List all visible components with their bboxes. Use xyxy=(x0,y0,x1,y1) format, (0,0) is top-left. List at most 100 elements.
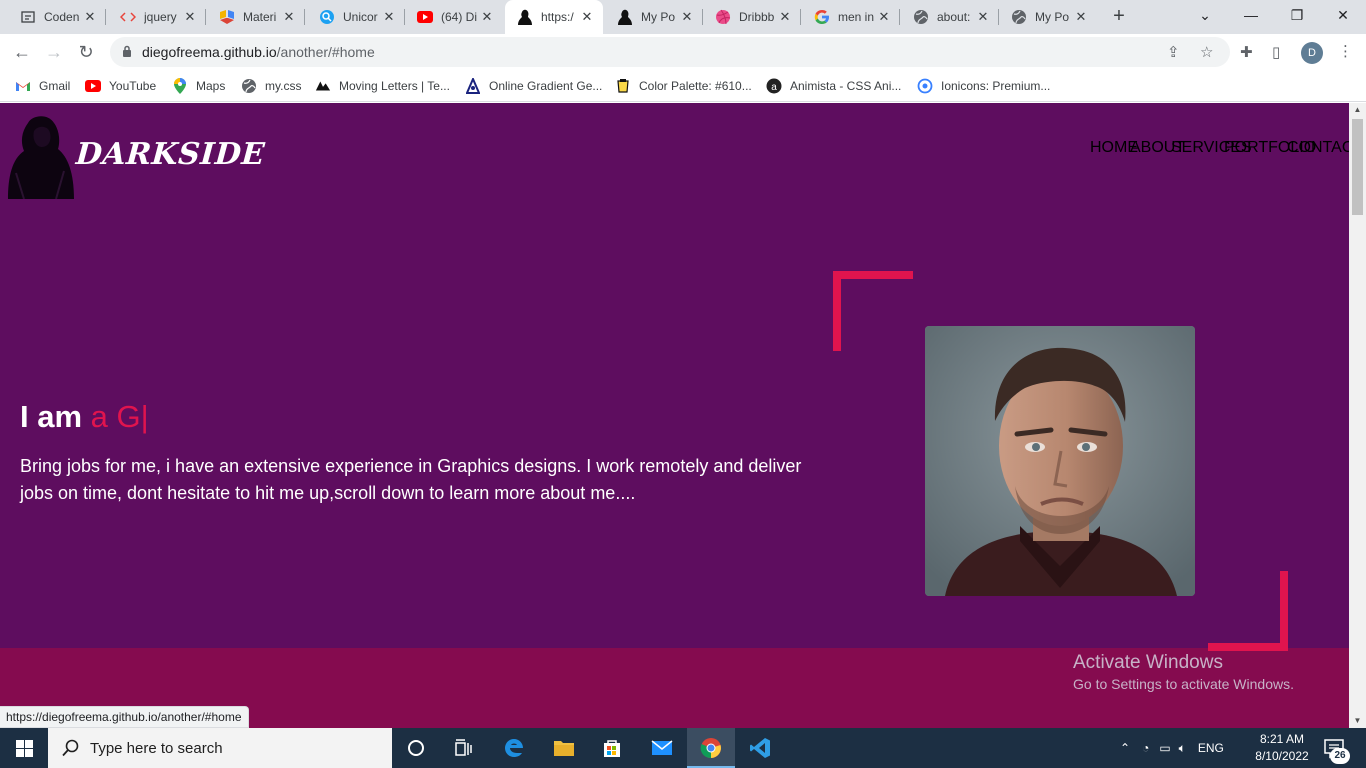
bookmark-star-icon[interactable]: ☆ xyxy=(1200,43,1213,61)
bookmark-item[interactable]: Maps xyxy=(172,77,225,95)
language-indicator[interactable]: ENG xyxy=(1198,741,1224,755)
tab-title: (64) Di xyxy=(441,10,478,24)
bookmark-label: Animista - CSS Ani... xyxy=(790,79,902,93)
tray-chevron-up-icon[interactable]: ⌃ xyxy=(1120,741,1130,755)
share-icon[interactable]: ⇪ xyxy=(1167,43,1180,61)
close-tab-icon[interactable]: ✕ xyxy=(876,9,892,25)
browser-tab[interactable]: Materi ✕ xyxy=(207,0,305,34)
volume-icon[interactable]: 🔈︎ xyxy=(1179,741,1186,756)
browser-tab[interactable]: My Po ✕ xyxy=(605,0,703,34)
lock-icon[interactable] xyxy=(122,45,132,63)
close-tab-icon[interactable]: ✕ xyxy=(679,9,695,25)
close-tab-icon[interactable]: ✕ xyxy=(479,9,495,25)
nav-link-contact[interactable]: CONTACT xyxy=(1287,139,1349,157)
reload-button[interactable]: ↻ xyxy=(74,40,98,64)
browser-tab[interactable]: men in ✕ xyxy=(802,0,900,34)
hero-prefix: I am xyxy=(20,399,91,434)
typed-text: a G xyxy=(90,399,141,434)
darkside-icon xyxy=(617,9,633,25)
mail-app-button[interactable] xyxy=(638,728,686,768)
battery-icon[interactable]: ▭ xyxy=(1159,741,1170,755)
edge-icon xyxy=(505,739,523,757)
close-tab-icon[interactable]: ✕ xyxy=(777,9,793,25)
bookmark-item[interactable]: my.css xyxy=(241,77,301,95)
browser-tab[interactable]: My Po ✕ xyxy=(999,0,1097,34)
bookmark-item[interactable]: Moving Letters | Te... xyxy=(315,77,450,95)
browser-tab[interactable]: Coden ✕ xyxy=(8,0,106,34)
browser-tab[interactable]: about: ✕ xyxy=(901,0,999,34)
browser-tab[interactable]: (64) Di ✕ xyxy=(405,0,503,34)
youtube-icon xyxy=(417,9,433,25)
profile-avatar[interactable]: D xyxy=(1301,42,1323,64)
codepen-icon xyxy=(20,9,36,25)
close-tab-icon[interactable]: ✕ xyxy=(579,9,595,25)
nav-link-portfolio[interactable]: PORTFOLIO xyxy=(1224,139,1316,157)
scroll-down-arrow-icon[interactable]: ▼ xyxy=(1349,714,1366,728)
browser-toolbar: ← → ↻ diegofreema.github.io/another/#hom… xyxy=(0,34,1366,70)
bookmark-item[interactable]: Ionicons: Premium... xyxy=(917,77,1050,95)
url-text[interactable]: diegofreema.github.io/another/#home xyxy=(142,44,375,60)
close-tab-icon[interactable]: ✕ xyxy=(381,9,397,25)
page-viewport: DARKSIDE HOME ABOUT SERVICES PORTFOLIO CONTA… xyxy=(0,103,1349,728)
browser-tab[interactable]: Dribbb ✕ xyxy=(703,0,801,34)
close-window-button[interactable]: ✕ xyxy=(1320,0,1366,30)
maps-icon xyxy=(172,78,188,94)
scroll-thumb[interactable] xyxy=(1352,119,1363,215)
close-tab-icon[interactable]: ✕ xyxy=(975,9,991,25)
browser-tab[interactable]: https:/ ✕ xyxy=(505,0,603,34)
bookmark-item[interactable]: Online Gradient Ge... xyxy=(465,77,602,95)
extensions-puzzle-icon[interactable]: ✚ xyxy=(1240,43,1253,61)
address-bar[interactable]: diegofreema.github.io/another/#home ⇪ ☆ xyxy=(110,37,1230,67)
bookmark-label: YouTube xyxy=(109,79,157,93)
chrome-app-button[interactable] xyxy=(687,728,735,768)
nav-link-services[interactable]: SERVICES xyxy=(1171,139,1252,157)
close-tab-icon[interactable]: ✕ xyxy=(82,9,98,25)
more-menu-icon[interactable]: ⋮ xyxy=(1338,42,1353,60)
taskbar-clock[interactable]: 8:21 AM 8/10/2022 xyxy=(1252,731,1312,765)
scroll-up-arrow-icon[interactable]: ▲ xyxy=(1349,103,1366,117)
task-view-button[interactable] xyxy=(440,728,488,768)
taskbar-search-box[interactable]: Type here to search xyxy=(48,728,392,768)
forward-button[interactable]: → xyxy=(42,40,66,64)
file-explorer-button[interactable] xyxy=(540,728,588,768)
link-status-bubble: https://diegofreema.github.io/another/#h… xyxy=(0,706,249,728)
new-tab-button[interactable]: + xyxy=(1108,5,1130,29)
bookmark-item[interactable]: YouTube xyxy=(85,77,156,95)
start-button[interactable] xyxy=(0,728,48,768)
brand-logo-text[interactable]: DARKSIDE xyxy=(75,137,266,172)
close-tab-icon[interactable]: ✕ xyxy=(182,9,198,25)
restore-button[interactable]: ❐ xyxy=(1274,0,1320,30)
tab-strip: Coden ✕ jquery ✕ Materi ✕ Unicor ✕ (64) Di ✕ https… xyxy=(0,0,1366,34)
page-scrollbar[interactable]: ▲ ▼ xyxy=(1349,103,1366,728)
cortana-button[interactable] xyxy=(392,728,440,768)
profile-portrait-image xyxy=(925,326,1195,596)
nav-link-about[interactable]: ABOUT xyxy=(1130,139,1185,157)
bookmark-item[interactable]: a Animista - CSS Ani... xyxy=(766,77,901,95)
store-app-button[interactable] xyxy=(588,728,636,768)
minimize-button[interactable]: — xyxy=(1228,0,1274,30)
hooded-figure-logo[interactable] xyxy=(6,113,76,199)
bookmark-item[interactable]: Gmail xyxy=(15,77,70,95)
darkside-icon xyxy=(517,9,533,25)
side-panel-icon[interactable]: ▯ xyxy=(1272,43,1280,61)
bookmark-item[interactable]: Color Palette: #610... xyxy=(615,77,752,95)
nav-link-home[interactable]: HOME xyxy=(1090,139,1138,157)
windows-taskbar: Type here to search ⌃ ◔ ▭ 🔈︎ ENG 8:21 AM… xyxy=(0,728,1366,768)
browser-tab[interactable]: jquery ✕ xyxy=(108,0,206,34)
bookmark-label: Gmail xyxy=(39,79,71,93)
gmail-icon xyxy=(15,78,31,94)
browser-tab[interactable]: Unicor ✕ xyxy=(307,0,405,34)
close-tab-icon[interactable]: ✕ xyxy=(281,9,297,25)
close-tab-icon[interactable]: ✕ xyxy=(1073,9,1089,25)
network-icon[interactable]: ◔ xyxy=(1142,741,1149,755)
moving-letters-icon xyxy=(315,78,331,94)
edge-app-button[interactable] xyxy=(490,728,538,768)
nav-link-label[interactable]: CONTACT xyxy=(1287,139,1349,156)
globe-icon xyxy=(913,9,929,25)
tab-title: Unicor xyxy=(343,10,378,24)
animista-icon: a xyxy=(766,78,782,94)
vscode-app-button[interactable] xyxy=(736,728,784,768)
back-button[interactable]: ← xyxy=(10,40,34,64)
bookmark-label: Online Gradient Ge... xyxy=(489,79,603,93)
tab-search-chevron-icon[interactable]: ⌄ xyxy=(1182,0,1228,30)
